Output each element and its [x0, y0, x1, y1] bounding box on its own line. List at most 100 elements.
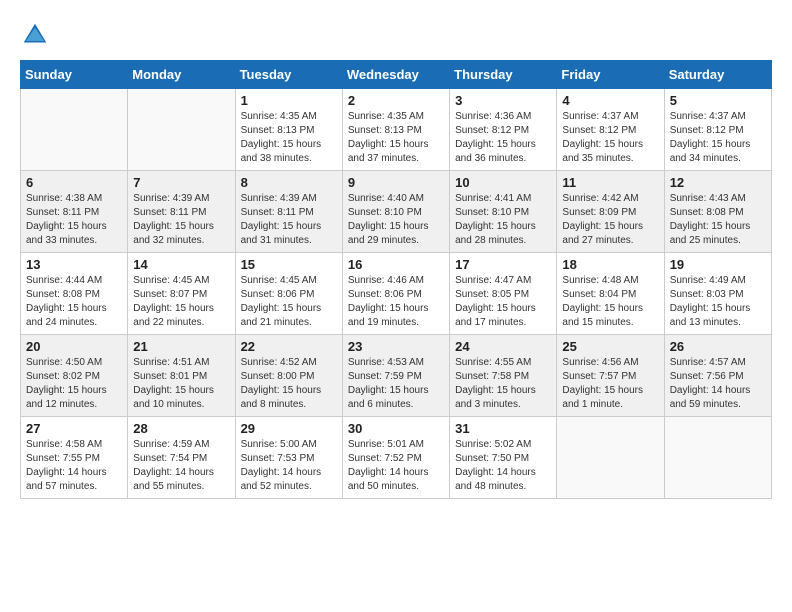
calendar-cell: 26 Sunrise: 4:57 AM Sunset: 7:56 PM Dayli… [664, 335, 771, 417]
calendar-cell: 13 Sunrise: 4:44 AM Sunset: 8:08 PM Dayli… [21, 253, 128, 335]
calendar-cell: 2Sunrise: 4:35 AM Sunset: 8:13 PM Daylig… [342, 89, 449, 171]
day-number: 15 [241, 257, 337, 272]
calendar-cell: 23Sunrise: 4:53 AM Sunset: 7:59 PM Dayli… [342, 335, 449, 417]
calendar-cell: 17 Sunrise: 4:47 AM Sunset: 8:05 PM Dayli… [450, 253, 557, 335]
day-info: Sunrise: 5:00 AM Sunset: 7:53 PM Dayligh… [241, 438, 337, 494]
day-info: Sunrise: 4:39 AM Sunset: 8:11 PM Dayligh… [133, 192, 229, 248]
day-info: Sunrise: 4:41 AM Sunset: 8:10 PM Dayligh… [455, 192, 551, 248]
day-info: Sunrise: 4:40 AM Sunset: 8:10 PM Dayligh… [348, 192, 444, 248]
day-number: 11 [562, 175, 658, 190]
calendar-cell: 21 Sunrise: 4:51 AM Sunset: 8:01 PM Dayli… [128, 335, 235, 417]
day-info: Sunrise: 4:46 AM Sunset: 8:06 PM Dayligh… [348, 274, 444, 330]
day-number: 26 [670, 339, 766, 354]
calendar-cell [557, 417, 664, 499]
calendar-cell: 7 Sunrise: 4:39 AM Sunset: 8:11 PM Daylig… [128, 171, 235, 253]
calendar-cell: 11 Sunrise: 4:42 AM Sunset: 8:09 PM Dayli… [557, 171, 664, 253]
day-number: 1 [241, 93, 337, 108]
day-number: 7 [133, 175, 229, 190]
column-header-monday: Monday [128, 61, 235, 89]
day-number: 8 [241, 175, 337, 190]
calendar-cell: 18 Sunrise: 4:48 AM Sunset: 8:04 PM Dayli… [557, 253, 664, 335]
day-number: 17 [455, 257, 551, 272]
calendar-cell: 6 Sunrise: 4:38 AM Sunset: 8:11 PM Daylig… [21, 171, 128, 253]
day-number: 29 [241, 421, 337, 436]
day-number: 31 [455, 421, 551, 436]
day-number: 27 [26, 421, 122, 436]
day-info: Sunrise: 4:53 AM Sunset: 7:59 PM Dayligh… [348, 356, 444, 412]
day-number: 19 [670, 257, 766, 272]
day-number: 18 [562, 257, 658, 272]
day-info: Sunrise: 4:47 AM Sunset: 8:05 PM Dayligh… [455, 274, 551, 330]
calendar-table: SundayMondayTuesdayWednesdayThursdayFrid… [20, 60, 772, 499]
column-header-sunday: Sunday [21, 61, 128, 89]
column-header-saturday: Saturday [664, 61, 771, 89]
day-number: 16 [348, 257, 444, 272]
logo-icon [20, 20, 50, 50]
day-info: Sunrise: 4:49 AM Sunset: 8:03 PM Dayligh… [670, 274, 766, 330]
calendar-cell: 30 Sunrise: 5:01 AM Sunset: 7:52 PM Dayli… [342, 417, 449, 499]
day-info: Sunrise: 4:51 AM Sunset: 8:01 PM Dayligh… [133, 356, 229, 412]
day-info: Sunrise: 4:36 AM Sunset: 8:12 PM Dayligh… [455, 110, 551, 166]
day-number: 13 [26, 257, 122, 272]
day-info: Sunrise: 4:57 AM Sunset: 7:56 PM Dayligh… [670, 356, 766, 412]
day-info: Sunrise: 4:52 AM Sunset: 8:00 PM Dayligh… [241, 356, 337, 412]
day-number: 9 [348, 175, 444, 190]
calendar-cell: 25Sunrise: 4:56 AM Sunset: 7:57 PM Dayli… [557, 335, 664, 417]
calendar-week-row: 27 Sunrise: 4:58 AM Sunset: 7:55 PM Dayli… [21, 417, 772, 499]
day-info: Sunrise: 4:37 AM Sunset: 8:12 PM Dayligh… [562, 110, 658, 166]
day-number: 4 [562, 93, 658, 108]
day-number: 28 [133, 421, 229, 436]
day-info: Sunrise: 4:37 AM Sunset: 8:12 PM Dayligh… [670, 110, 766, 166]
calendar-week-row: 6 Sunrise: 4:38 AM Sunset: 8:11 PM Daylig… [21, 171, 772, 253]
day-number: 10 [455, 175, 551, 190]
day-info: Sunrise: 4:43 AM Sunset: 8:08 PM Dayligh… [670, 192, 766, 248]
calendar-cell: 31 Sunrise: 5:02 AM Sunset: 7:50 PM Dayli… [450, 417, 557, 499]
calendar-cell: 12Sunrise: 4:43 AM Sunset: 8:08 PM Dayli… [664, 171, 771, 253]
column-header-wednesday: Wednesday [342, 61, 449, 89]
day-number: 6 [26, 175, 122, 190]
day-number: 22 [241, 339, 337, 354]
day-number: 3 [455, 93, 551, 108]
day-number: 25 [562, 339, 658, 354]
day-info: Sunrise: 5:01 AM Sunset: 7:52 PM Dayligh… [348, 438, 444, 494]
day-info: Sunrise: 4:55 AM Sunset: 7:58 PM Dayligh… [455, 356, 551, 412]
column-header-tuesday: Tuesday [235, 61, 342, 89]
calendar-cell: 3 Sunrise: 4:36 AM Sunset: 8:12 PM Daylig… [450, 89, 557, 171]
day-number: 21 [133, 339, 229, 354]
day-info: Sunrise: 4:42 AM Sunset: 8:09 PM Dayligh… [562, 192, 658, 248]
calendar-cell: 5Sunrise: 4:37 AM Sunset: 8:12 PM Daylig… [664, 89, 771, 171]
day-number: 14 [133, 257, 229, 272]
calendar-cell [664, 417, 771, 499]
calendar-cell: 9 Sunrise: 4:40 AM Sunset: 8:10 PM Daylig… [342, 171, 449, 253]
day-number: 20 [26, 339, 122, 354]
day-info: Sunrise: 4:39 AM Sunset: 8:11 PM Dayligh… [241, 192, 337, 248]
calendar-week-row: 1 Sunrise: 4:35 AM Sunset: 8:13 PM Daylig… [21, 89, 772, 171]
day-info: Sunrise: 4:48 AM Sunset: 8:04 PM Dayligh… [562, 274, 658, 330]
day-info: Sunrise: 4:58 AM Sunset: 7:55 PM Dayligh… [26, 438, 122, 494]
day-info: Sunrise: 4:38 AM Sunset: 8:11 PM Dayligh… [26, 192, 122, 248]
day-info: Sunrise: 4:35 AM Sunset: 8:13 PM Dayligh… [241, 110, 337, 166]
calendar-cell: 27 Sunrise: 4:58 AM Sunset: 7:55 PM Dayli… [21, 417, 128, 499]
page-header [20, 20, 772, 50]
calendar-cell: 24 Sunrise: 4:55 AM Sunset: 7:58 PM Dayli… [450, 335, 557, 417]
day-info: Sunrise: 5:02 AM Sunset: 7:50 PM Dayligh… [455, 438, 551, 494]
column-header-thursday: Thursday [450, 61, 557, 89]
day-info: Sunrise: 4:45 AM Sunset: 8:07 PM Dayligh… [133, 274, 229, 330]
logo [20, 20, 52, 50]
day-info: Sunrise: 4:45 AM Sunset: 8:06 PM Dayligh… [241, 274, 337, 330]
calendar-cell: 19 Sunrise: 4:49 AM Sunset: 8:03 PM Dayli… [664, 253, 771, 335]
calendar-week-row: 20Sunrise: 4:50 AM Sunset: 8:02 PM Dayli… [21, 335, 772, 417]
calendar-cell: 15 Sunrise: 4:45 AM Sunset: 8:06 PM Dayli… [235, 253, 342, 335]
calendar-cell: 29 Sunrise: 5:00 AM Sunset: 7:53 PM Dayli… [235, 417, 342, 499]
day-number: 2 [348, 93, 444, 108]
day-info: Sunrise: 4:44 AM Sunset: 8:08 PM Dayligh… [26, 274, 122, 330]
day-info: Sunrise: 4:59 AM Sunset: 7:54 PM Dayligh… [133, 438, 229, 494]
calendar-cell: 10 Sunrise: 4:41 AM Sunset: 8:10 PM Dayli… [450, 171, 557, 253]
calendar-cell: 28 Sunrise: 4:59 AM Sunset: 7:54 PM Dayli… [128, 417, 235, 499]
calendar-cell: 14 Sunrise: 4:45 AM Sunset: 8:07 PM Dayli… [128, 253, 235, 335]
day-number: 24 [455, 339, 551, 354]
calendar-header-row: SundayMondayTuesdayWednesdayThursdayFrid… [21, 61, 772, 89]
calendar-cell: 22 Sunrise: 4:52 AM Sunset: 8:00 PM Dayli… [235, 335, 342, 417]
day-number: 30 [348, 421, 444, 436]
column-header-friday: Friday [557, 61, 664, 89]
